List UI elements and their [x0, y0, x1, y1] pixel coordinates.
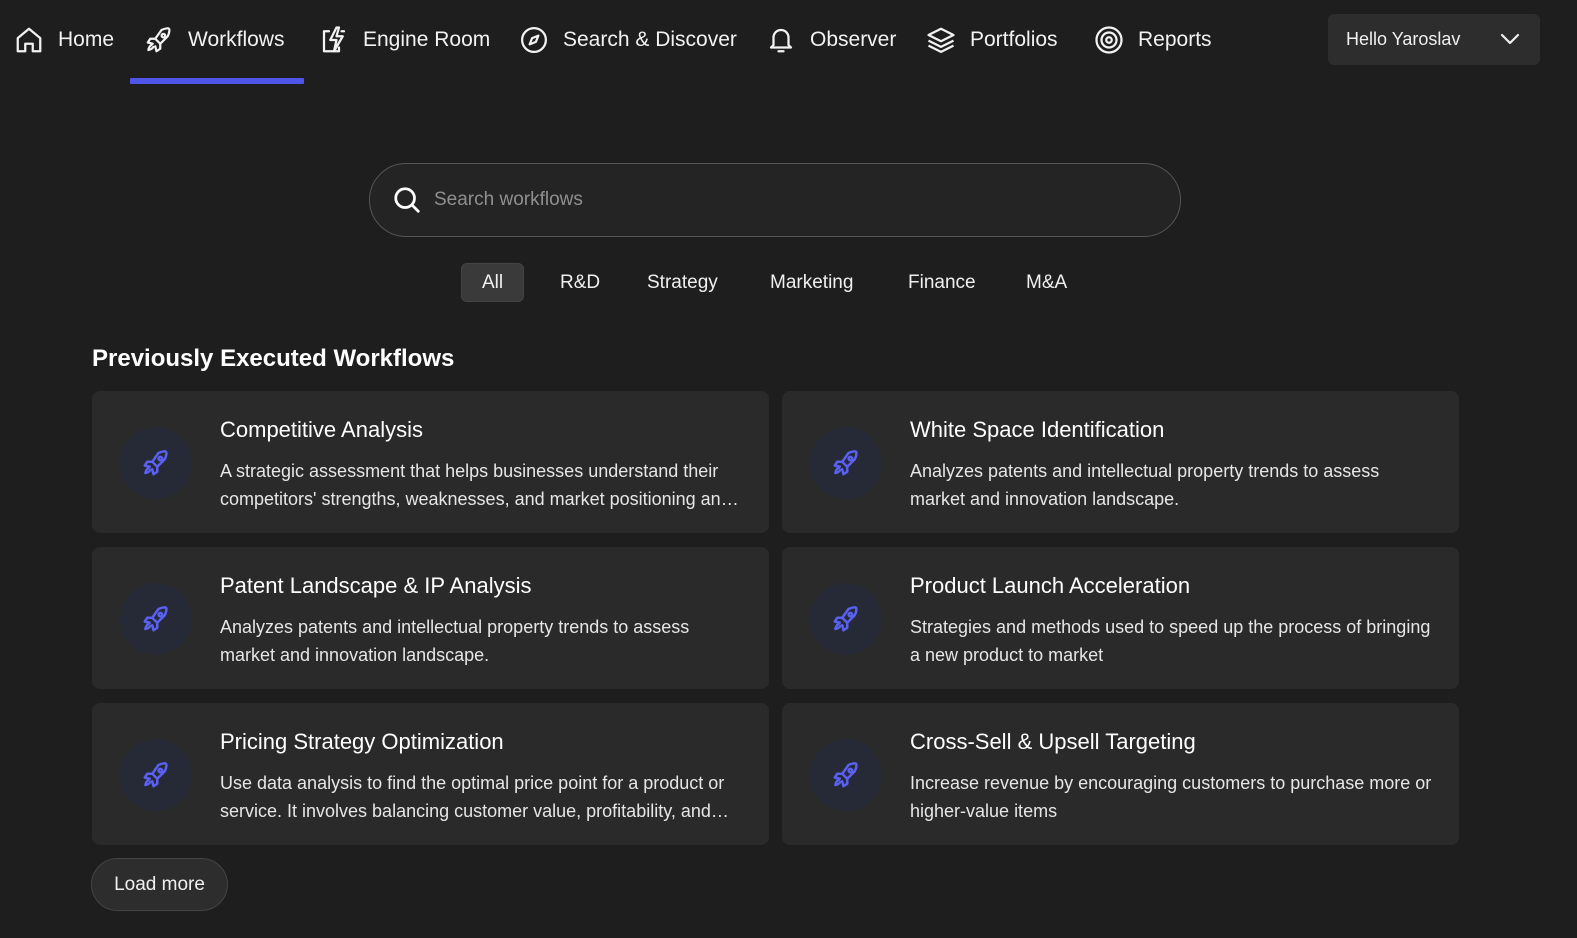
search-bar — [369, 163, 1181, 237]
workflow-description: A strategic assessment that helps busine… — [220, 461, 731, 509]
workflow-icon-badge — [120, 427, 192, 499]
rocket-icon — [143, 606, 168, 632]
workflow-description: Analyzes patents and intellectual proper… — [910, 461, 1380, 509]
filter-chip-mna[interactable]: M&A — [1006, 263, 1087, 302]
workflow-card-patent-landscape[interactable]: Patent Landscape & IP Analysis Analyzes … — [92, 547, 769, 689]
nav-item-search-discover[interactable]: Search & Discover — [519, 14, 737, 66]
nav-item-reports[interactable]: Reports — [1094, 14, 1212, 66]
workflow-icon-badge — [810, 583, 882, 655]
bell-icon — [769, 28, 793, 53]
lightning-icon — [322, 26, 346, 53]
workflow-description: Use data analysis to find the optimal pr… — [220, 773, 725, 821]
search-icon — [394, 187, 420, 213]
rocket-icon — [833, 450, 858, 476]
nav-item-observer[interactable]: Observer — [766, 14, 896, 66]
filter-chip-rnd[interactable]: R&D — [540, 263, 620, 302]
workflow-title: Product Launch Acceleration — [910, 573, 1191, 598]
filter-chip-strategy[interactable]: Strategy — [627, 263, 738, 302]
nav-label-workflows: Workflows — [188, 28, 285, 51]
workflow-title: White Space Identification — [910, 417, 1165, 442]
nav-label-engine-room: Engine Room — [363, 28, 491, 51]
workflow-card-cross-sell-upsell-targeting[interactable]: Cross-Sell & Upsell Targeting Increase r… — [782, 703, 1459, 845]
section-title: Previously Executed Workflows — [92, 345, 455, 372]
rocket-icon — [143, 450, 168, 476]
filter-chip-marketing[interactable]: Marketing — [750, 263, 873, 302]
search-input[interactable] — [434, 164, 1180, 236]
home-icon — [16, 27, 42, 53]
nav-item-engine-room[interactable]: Engine Room — [319, 14, 490, 66]
category-filters: All R&D Strategy Marketing Finance M&A — [0, 263, 1577, 303]
user-greeting: Hello Yaroslav — [1346, 29, 1461, 49]
nav-label-home: Home — [58, 28, 115, 51]
workflow-card-product-launch-acceleration[interactable]: Product Launch Acceleration Strategies a… — [782, 547, 1459, 689]
workflow-icon-badge — [120, 583, 192, 655]
top-navigation: Home Workflows Engine Room Search & Disc… — [0, 0, 1577, 86]
rocket-icon — [143, 762, 168, 788]
workflow-title: Patent Landscape & IP Analysis — [220, 573, 532, 598]
target-icon — [1095, 26, 1123, 54]
workflow-description: Analyzes patents and intellectual proper… — [220, 617, 690, 665]
compass-icon — [521, 27, 547, 53]
nav-label-search-discover: Search & Discover — [563, 28, 737, 51]
user-menu-dropdown[interactable]: Hello Yaroslav — [1328, 14, 1540, 65]
nav-label-portfolios: Portfolios — [970, 28, 1058, 51]
workflow-title: Cross-Sell & Upsell Targeting — [910, 729, 1196, 754]
active-tab-indicator — [130, 78, 304, 84]
workflow-description: Strategies and methods used to speed up … — [910, 617, 1431, 665]
load-more-button[interactable]: Load more — [91, 858, 228, 911]
rocket-icon — [146, 27, 171, 53]
nav-item-workflows[interactable]: Workflows — [144, 14, 284, 66]
workflow-icon-badge — [810, 739, 882, 811]
layers-icon — [927, 27, 955, 53]
nav-label-observer: Observer — [810, 28, 897, 51]
workflow-card-white-space-identification[interactable]: White Space Identification Analyzes pate… — [782, 391, 1459, 533]
workflow-title: Pricing Strategy Optimization — [220, 729, 504, 754]
workflow-card-competitive-analysis[interactable]: Competitive Analysis A strategic assessm… — [92, 391, 769, 533]
workflow-icon-badge — [120, 739, 192, 811]
workflow-icon-badge — [810, 427, 882, 499]
nav-label-reports: Reports — [1138, 28, 1212, 51]
rocket-icon — [833, 606, 858, 632]
nav-item-home[interactable]: Home — [14, 14, 114, 66]
rocket-icon — [833, 762, 858, 788]
workflow-card-pricing-strategy-optimization[interactable]: Pricing Strategy Optimization Use data a… — [92, 703, 769, 845]
workflow-description: Increase revenue by encouraging customer… — [910, 773, 1432, 821]
nav-item-portfolios[interactable]: Portfolios — [926, 14, 1058, 66]
filter-chip-all[interactable]: All — [461, 263, 525, 302]
workflow-title: Competitive Analysis — [220, 417, 423, 442]
filter-chip-finance[interactable]: Finance — [888, 263, 996, 302]
chevron-down-icon — [1500, 33, 1520, 45]
